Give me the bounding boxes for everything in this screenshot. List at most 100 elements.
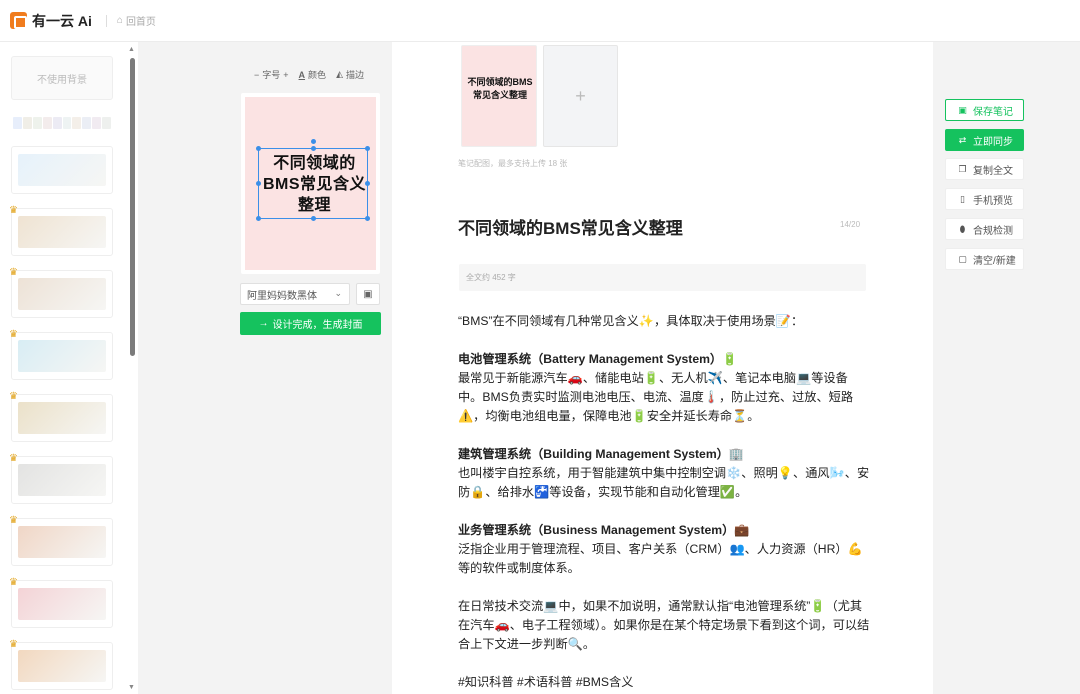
crown-icon: ♛ <box>9 515 18 526</box>
section-paragraph: 泛指企业用于管理流程、项目、客户关系（CRM）👥、人力资源（HR）💪等的软件或制… <box>458 542 863 575</box>
save-note-label: 保存笔记 <box>973 106 1013 118</box>
section-paragraph: 也叫楼宇自控系统，用于智能建筑中集中控制空调❄️、照明💡、通风🌬️、安防🔒、给排… <box>458 466 870 499</box>
background-preview <box>18 402 106 434</box>
resize-handle[interactable] <box>256 146 261 151</box>
sync-now-button[interactable]: ⇄ 立即同步 <box>945 129 1024 151</box>
text-toolbar: − 字号 + A 颜色 ◭ 描边 <box>254 68 364 81</box>
background-swatch[interactable] <box>32 117 42 129</box>
color-tool[interactable]: A 颜色 <box>299 68 327 81</box>
background-preview <box>18 154 106 186</box>
logo-text: 有一云 Ai <box>32 12 92 29</box>
save-icon-button[interactable]: ▣ <box>356 283 380 305</box>
cover-canvas-frame: 不同领域的BMS常见含义整理 <box>241 93 380 274</box>
divider <box>105 14 107 27</box>
resize-handle[interactable] <box>365 146 370 151</box>
add-image-button[interactable]: + <box>543 45 618 147</box>
background-swatch[interactable] <box>102 117 112 129</box>
font-size-tool[interactable]: − 字号 + <box>254 68 289 81</box>
background-swatch[interactable] <box>13 117 22 129</box>
resize-handle[interactable] <box>311 216 316 221</box>
scroll-down-arrow[interactable]: ▼ <box>128 684 135 691</box>
plus-icon[interactable]: + <box>283 70 288 80</box>
background-swatch[interactable] <box>62 117 72 129</box>
chevron-down-icon: ⌄ <box>334 288 342 298</box>
copy-all-label: 复制全文 <box>973 165 1013 177</box>
app-logo[interactable]: 有一云 Ai <box>10 11 92 31</box>
background-picker: 不使用背景 ♛ ♛ ♛ ♛ ♛ ♛ ♛ ♛ <box>0 42 138 694</box>
text-selection-box[interactable] <box>256 139 370 221</box>
phone-preview-button[interactable]: ▯ 手机预览 <box>945 188 1024 210</box>
background-swatch[interactable] <box>82 117 92 129</box>
generate-cover-button[interactable]: → 设计完成，生成封面 <box>240 312 381 335</box>
background-option[interactable]: ♛ <box>9 267 113 318</box>
background-option[interactable]: ♛ <box>9 205 113 256</box>
summary-paragraph: 在日常技术交流💻中，如果不加说明，通常默认指“电池管理系统”🔋（尤其在汽车🚗、电… <box>458 599 870 651</box>
tags-line: #知识科普 #术语科普 #BMS含义 <box>458 675 634 689</box>
background-option[interactable]: ♛ <box>9 515 113 566</box>
background-option[interactable]: ♛ <box>9 391 113 442</box>
sync-now-label: 立即同步 <box>973 136 1013 148</box>
phone-icon: ▯ <box>960 193 965 204</box>
crown-icon: ♛ <box>9 577 18 588</box>
font-select-value: 阿里妈妈数黑体 <box>247 290 317 302</box>
arrow-right-icon: → <box>258 318 269 329</box>
cover-canvas[interactable]: 不同领域的BMS常见含义整理 <box>245 97 376 270</box>
crown-icon: ♛ <box>9 453 18 464</box>
stroke-tool[interactable]: ◭ 描边 <box>336 68 364 81</box>
resize-handle[interactable] <box>311 146 316 151</box>
word-count: 全文约 452 字 <box>466 273 516 282</box>
background-swatch[interactable] <box>42 117 52 129</box>
crown-icon: ♛ <box>9 639 18 650</box>
background-option[interactable]: ♛ <box>9 639 113 690</box>
logo-icon <box>10 12 27 29</box>
intro-paragraph: “BMS”在不同领域有几种常见含义✨，具体取决于使用场景📝： <box>458 314 804 328</box>
font-size-label: 字号 <box>262 70 281 80</box>
phone-preview-label: 手机预览 <box>973 195 1013 207</box>
no-background-option[interactable]: 不使用背景 <box>11 56 113 100</box>
cover-editor: − 字号 + A 颜色 ◭ 描边 不同领域的BMS常见含义整理 阿里妈妈数黑体 … <box>138 42 392 694</box>
compliance-check-button[interactable]: ⬮ 合规检测 <box>945 218 1024 240</box>
rotate-handle[interactable] <box>311 139 316 144</box>
crown-icon: ♛ <box>9 205 18 216</box>
top-bar: 有一云 Ai ⌂ 回首页 <box>0 0 1080 42</box>
note-title-input[interactable]: 不同领域的BMS常见含义整理 <box>458 214 683 239</box>
resize-handle[interactable] <box>365 216 370 221</box>
background-swatch-strip[interactable] <box>13 117 112 129</box>
background-option[interactable]: ♛ <box>9 577 113 628</box>
copy-all-button[interactable]: ❐ 复制全文 <box>945 158 1024 180</box>
background-preview <box>18 216 106 248</box>
no-background-label: 不使用背景 <box>37 74 87 86</box>
background-preview <box>18 526 106 558</box>
background-swatch[interactable] <box>52 117 62 129</box>
clear-new-button[interactable]: ▢ 清空/新建 <box>945 248 1024 270</box>
scroll-up-arrow[interactable]: ▲ <box>128 46 135 53</box>
background-preview <box>18 588 106 620</box>
background-swatch[interactable] <box>92 117 102 129</box>
background-option[interactable] <box>11 146 113 194</box>
background-option[interactable]: ♛ <box>9 453 113 504</box>
home-label: 回首页 <box>125 17 156 28</box>
font-select[interactable]: 阿里妈妈数黑体 ⌄ <box>240 283 350 305</box>
action-panel: ▣ 保存笔记 ⇄ 立即同步 ❐ 复制全文 ▯ 手机预览 ⬮ 合规检测 ▢ 清空/… <box>933 42 1080 694</box>
note-body[interactable]: “BMS”在不同领域有几种常见含义✨，具体取决于使用场景📝： 电池管理系统（Ba… <box>458 312 870 692</box>
save-icon: ▣ <box>958 104 967 115</box>
note-editor: 不同领域的BMS常见含义整理 + 笔记配图，最多支持上传 18 张 不同领域的B… <box>392 42 933 694</box>
word-count-bar: 全文约 452 字 <box>459 264 866 291</box>
minus-icon[interactable]: − <box>254 70 259 80</box>
cover-thumbnail[interactable]: 不同领域的BMS常见含义整理 <box>461 45 537 147</box>
background-swatch[interactable] <box>72 117 82 129</box>
compliance-check-label: 合规检测 <box>973 225 1013 237</box>
background-preview <box>18 650 106 682</box>
thumbnail-title: 不同领域的BMS常见含义整理 <box>467 77 533 100</box>
plus-icon: + <box>575 85 586 106</box>
background-swatch[interactable] <box>22 117 32 129</box>
save-note-button[interactable]: ▣ 保存笔记 <box>945 99 1024 121</box>
background-preview <box>18 340 106 372</box>
home-link[interactable]: ⌂ 回首页 <box>117 13 156 28</box>
scrollbar-thumb[interactable] <box>130 58 135 356</box>
section-paragraph: 最常见于新能源汽车🚗、储能电站🔋、无人机✈️、笔记本电脑💻等设备中。BMS负责实… <box>458 371 854 423</box>
resize-handle[interactable] <box>256 216 261 221</box>
resize-handle[interactable] <box>365 181 370 186</box>
resize-handle[interactable] <box>256 181 261 186</box>
background-option[interactable]: ♛ <box>9 329 113 380</box>
